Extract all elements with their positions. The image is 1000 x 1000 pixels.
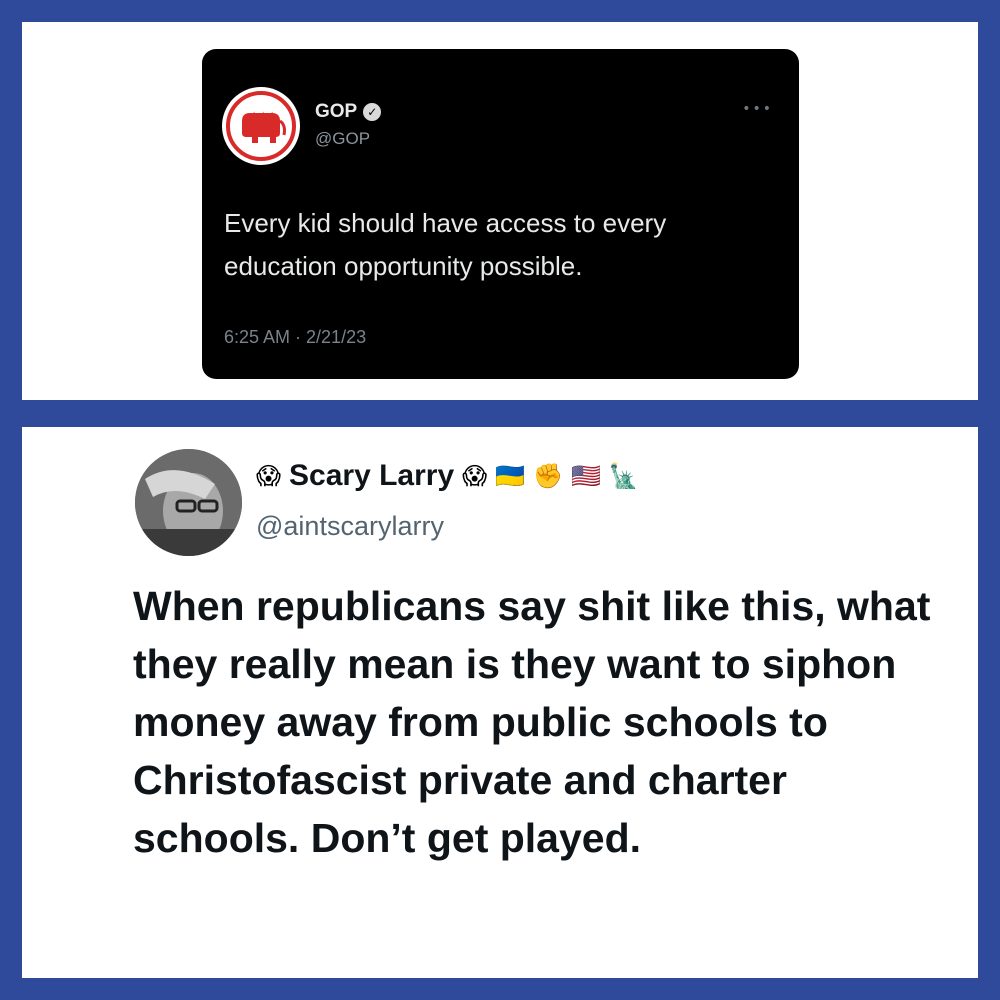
gop-elephant-logo-icon[interactable]: ★★★ [222, 87, 300, 165]
bottom-panel: 😱 Scary Larry 😱 🇺🇦 ✊ 🇺🇸 🗽 @aintscarylarr… [22, 427, 978, 978]
avatar-photo [135, 449, 242, 556]
us-flag-icon: 🇺🇸 [570, 462, 601, 490]
screaming-face-icon: 😱 [256, 462, 282, 490]
statue-of-liberty-icon: 🗽 [608, 462, 639, 490]
handle[interactable]: @GOP [315, 129, 370, 149]
verified-badge-icon: ✓ [363, 103, 382, 121]
profile-photo-avatar-icon[interactable] [135, 449, 242, 556]
ukraine-flag-icon: 🇺🇦 [495, 462, 526, 490]
elephant-icon [242, 113, 286, 143]
more-options-icon[interactable]: ••• [742, 101, 773, 117]
tweet-text: Every kid should have access to every ed… [224, 208, 667, 281]
tweet-timestamp[interactable]: 6:25 AM · 2/21/23 [224, 327, 366, 348]
screaming-face-icon: 😱 [462, 462, 488, 490]
top-panel: ★★★ GOP ✓ @GOP ••• Every kid should have… [22, 22, 978, 400]
handle[interactable]: @aintscarylarry [256, 511, 444, 542]
name-row: 😱 Scary Larry 😱 🇺🇦 ✊ 🇺🇸 🗽 [256, 459, 639, 493]
stars-icon: ★★★ [250, 111, 278, 121]
display-name[interactable]: GOP [315, 101, 357, 123]
tweet-text: When republicans say shit like this, wha… [133, 583, 931, 861]
display-name[interactable]: Scary Larry [289, 459, 454, 493]
gop-name-row: GOP ✓ [315, 101, 382, 123]
raised-fist-icon: ✊ [533, 462, 563, 490]
gop-tweet-card[interactable]: ★★★ GOP ✓ @GOP ••• Every kid should have… [202, 49, 799, 379]
